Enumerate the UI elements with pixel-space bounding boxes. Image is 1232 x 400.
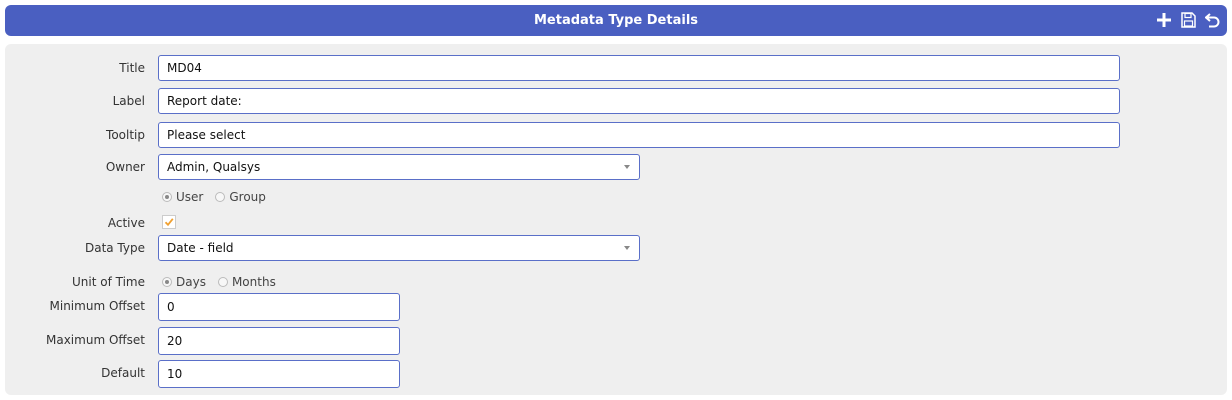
data-type-label: Data Type xyxy=(84,241,145,255)
months-radio-label: Months xyxy=(231,275,276,289)
minimum-offset-label: Minimum Offset xyxy=(49,299,145,313)
chevron-down-icon xyxy=(624,246,630,250)
user-radio[interactable] xyxy=(162,192,172,202)
details-panel: Title MD04 Label Report date: Tooltip Pl… xyxy=(5,44,1227,395)
title-input[interactable]: MD04 xyxy=(158,55,1120,81)
owner-label: Owner xyxy=(105,160,145,174)
owner-type-user-option[interactable]: User xyxy=(162,190,203,204)
active-label: Active xyxy=(107,216,145,230)
user-radio-label: User xyxy=(176,190,204,204)
tooltip-label: Tooltip xyxy=(106,128,145,142)
label-input[interactable]: Report date: xyxy=(158,88,1120,114)
maximum-offset-input[interactable]: 20 xyxy=(158,327,400,355)
tooltip-input[interactable]: Please select xyxy=(158,122,1120,148)
label-label: Label xyxy=(112,94,145,108)
title-label: Title xyxy=(119,61,145,75)
chevron-down-icon xyxy=(624,165,630,169)
unit-days-option[interactable]: Days xyxy=(162,275,206,289)
default-input[interactable]: 10 xyxy=(158,360,400,388)
page-title: Metadata Type Details xyxy=(533,13,699,28)
group-radio[interactable] xyxy=(215,192,226,202)
months-radio[interactable] xyxy=(217,277,228,287)
days-radio-label: Days xyxy=(176,275,206,289)
unit-months-option[interactable]: Months xyxy=(217,275,276,289)
plus-icon[interactable] xyxy=(1155,8,1173,32)
unit-of-time-radio-group: Days Months xyxy=(162,269,288,295)
owner-select-value: Admin, Qualsys xyxy=(167,160,261,174)
unit-of-time-label: Unit of Time xyxy=(72,275,145,289)
checkmark-icon xyxy=(164,218,174,227)
owner-select[interactable]: Admin, Qualsys xyxy=(158,154,640,180)
default-label: Default xyxy=(101,366,145,380)
data-type-select-value: Date - field xyxy=(167,241,234,255)
active-checkbox[interactable] xyxy=(162,215,176,229)
days-radio[interactable] xyxy=(162,277,172,287)
header-bar: Metadata Type Details xyxy=(5,5,1227,36)
owner-type-group-option[interactable]: Group xyxy=(215,190,266,204)
group-radio-label: Group xyxy=(229,190,266,204)
owner-type-radio-group: User Group xyxy=(162,190,278,204)
data-type-select[interactable]: Date - field xyxy=(158,235,640,261)
minimum-offset-input[interactable]: 0 xyxy=(158,293,400,321)
maximum-offset-label: Maximum Offset xyxy=(46,333,145,347)
floppy-disk-icon[interactable] xyxy=(1179,8,1197,32)
undo-arrow-icon[interactable] xyxy=(1203,8,1221,32)
